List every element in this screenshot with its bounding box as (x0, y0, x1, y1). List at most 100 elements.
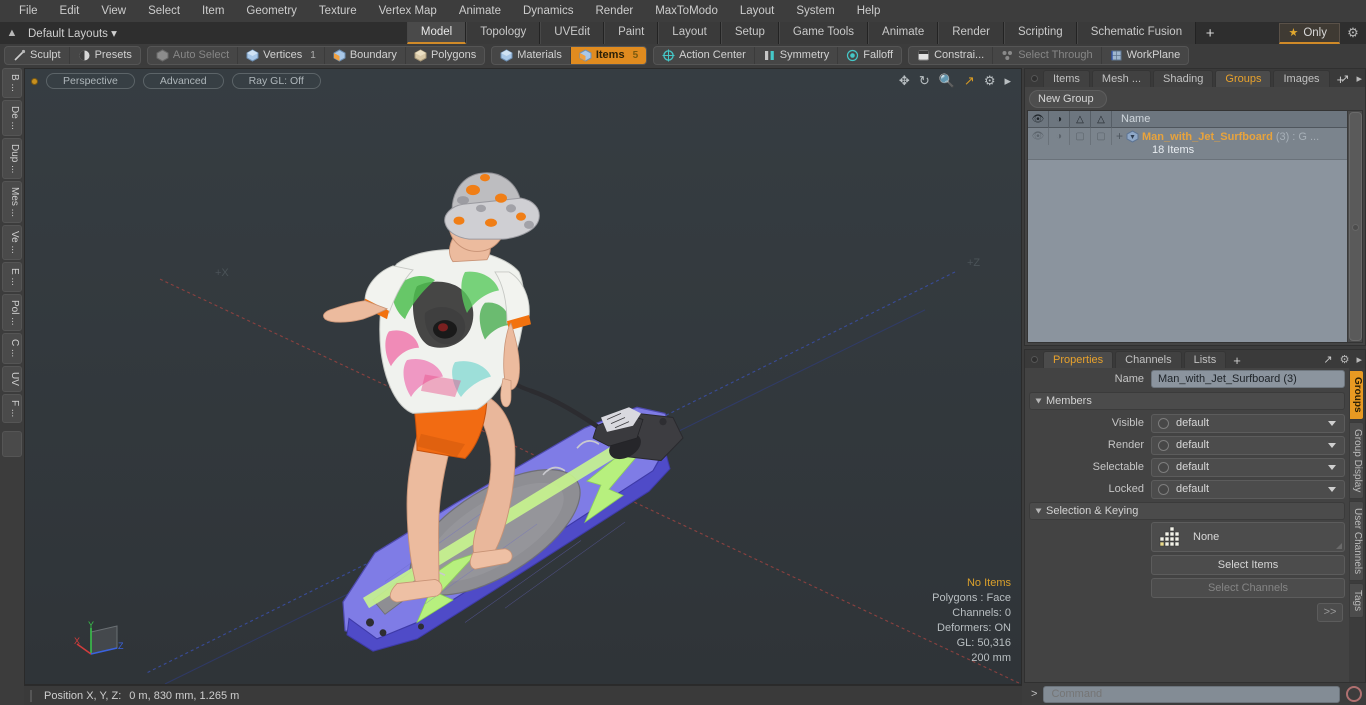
side-tab-group-display[interactable]: Group Display (1349, 421, 1364, 499)
menu-item-file[interactable]: File (8, 0, 49, 22)
panel-menu-dot[interactable] (1031, 356, 1038, 363)
select-icon[interactable]: △ (1091, 110, 1112, 128)
menu-item-edit[interactable]: Edit (49, 0, 91, 22)
row-shadow-toggle[interactable]: ◑ (1049, 128, 1070, 145)
axis-gizmo[interactable]: Y X Z (73, 618, 125, 664)
tab-groups[interactable]: Groups (1215, 70, 1272, 87)
toolbar-button-materials[interactable]: Materials (492, 46, 571, 64)
keying-selector[interactable]: None (1151, 522, 1345, 552)
section-selection-keying[interactable]: Selection & Keying (1029, 502, 1345, 520)
layout-tab-setup[interactable]: Setup (720, 22, 779, 44)
more-button[interactable]: >> (1317, 603, 1343, 622)
man-with-jet-surfboard-model[interactable] (25, 69, 1021, 684)
layout-tab-render[interactable]: Render (938, 22, 1004, 44)
menu-item-vertex-map[interactable]: Vertex Map (368, 0, 448, 22)
maximize-icon[interactable]: ↗ (1340, 72, 1349, 85)
home-icon[interactable]: ▲ (0, 27, 24, 39)
viewport-active-dot[interactable] (31, 77, 38, 85)
menu-item-view[interactable]: View (90, 0, 137, 22)
viewport-projection-selector[interactable]: Perspective (46, 73, 135, 89)
row-eye-toggle[interactable]: 👁 (1028, 128, 1049, 145)
toolbar-button-polygons[interactable]: Polygons (406, 47, 484, 64)
left-strip-tab-5[interactable]: E ... (2, 261, 22, 292)
layout-tab-uvedit[interactable]: UVEdit (540, 22, 605, 44)
eye-icon[interactable]: 👁 (1028, 110, 1049, 128)
side-tab-groups[interactable]: Groups (1349, 370, 1364, 420)
side-tab-tags[interactable]: Tags (1349, 583, 1364, 619)
layout-tab-animate[interactable]: Animate (868, 22, 939, 44)
name-field[interactable]: Man_with_Jet_Surfboard (3) (1151, 370, 1345, 388)
pan-icon[interactable]: ✥ (899, 73, 910, 89)
toolbar-button-workplane[interactable]: WorkPlane (1102, 47, 1189, 64)
menu-item-animate[interactable]: Animate (448, 0, 512, 22)
expand-icon[interactable]: + (1116, 130, 1123, 142)
gear-icon[interactable]: ⚙ (1340, 353, 1350, 366)
command-input[interactable] (1043, 685, 1340, 703)
layout-tab-game-tools[interactable]: Game Tools (778, 22, 869, 44)
tab-channels[interactable]: Channels (1115, 351, 1182, 368)
toolbar-button-sculpt[interactable]: Sculpt (5, 46, 70, 64)
tab-images[interactable]: Images (1273, 70, 1330, 87)
menu-item-render[interactable]: Render (584, 0, 644, 22)
only-toggle[interactable]: ★ Only (1279, 22, 1340, 44)
layout-tab-scripting[interactable]: Scripting (1003, 22, 1077, 44)
left-strip-tab-0[interactable]: B ... (2, 68, 22, 98)
left-strip-tab-4[interactable]: Ve ... (2, 225, 22, 260)
maximize-icon[interactable]: ↗ (1323, 353, 1332, 366)
toolbar-button-symmetry[interactable]: Symmetry (755, 46, 839, 64)
section-members[interactable]: Members (1029, 392, 1345, 410)
menu-item-layout[interactable]: Layout (729, 0, 786, 22)
default-layouts-dropdown[interactable]: Default Layouts ▾ (24, 26, 127, 40)
toolbar-button-vertices[interactable]: Vertices 1 (238, 46, 325, 64)
menu-item-select[interactable]: Select (137, 0, 191, 22)
layout-tab-paint[interactable]: Paint (604, 22, 659, 44)
menu-item-dynamics[interactable]: Dynamics (512, 0, 584, 22)
panel-menu-dot[interactable] (1031, 75, 1038, 82)
menu-item-geometry[interactable]: Geometry (235, 0, 308, 22)
groups-list-scrollbar[interactable] (1347, 111, 1362, 342)
left-strip-tab-3[interactable]: Mes ... (2, 181, 22, 224)
toolbar-button-items[interactable]: Items 5 (570, 46, 647, 64)
toolbar-button-presets[interactable]: Presets (70, 47, 140, 64)
viewport-raygl-selector[interactable]: Ray GL: Off (231, 73, 321, 89)
toolbar-button-constrai[interactable]: Constrai... (909, 46, 994, 64)
radio-icon[interactable] (1158, 461, 1169, 473)
side-tab-user-channels[interactable]: User Channels (1349, 500, 1364, 582)
toolbar-button-boundary[interactable]: Boundary (325, 46, 406, 64)
chevron-right-icon[interactable]: ▸ (1356, 353, 1362, 366)
zoom-icon[interactable]: 🔍 (939, 73, 955, 89)
scrollbar-thumb[interactable] (1348, 112, 1362, 341)
tab-items[interactable]: Items (1043, 70, 1090, 87)
menu-item-item[interactable]: Item (191, 0, 235, 22)
locked-dropdown[interactable]: default (1151, 479, 1345, 499)
record-icon[interactable] (1346, 686, 1362, 702)
add-tab-button[interactable]: + (1228, 353, 1246, 368)
render-dropdown[interactable]: default (1151, 435, 1345, 455)
selectable-dropdown[interactable]: default (1151, 457, 1345, 477)
rotate-icon[interactable]: ↻ (919, 73, 930, 89)
new-group-button[interactable]: New Group (1029, 90, 1107, 108)
left-strip-tab-8[interactable]: UV (2, 365, 22, 392)
left-strip-tab-2[interactable]: Dup ... (2, 137, 22, 180)
layout-tab-layout[interactable]: Layout (658, 22, 721, 44)
tab-properties[interactable]: Properties (1043, 351, 1114, 368)
tab-lists[interactable]: Lists (1183, 351, 1227, 368)
radio-icon[interactable] (1158, 439, 1169, 451)
menu-item-system[interactable]: System (785, 0, 845, 22)
row-render-toggle[interactable]: ▢ (1070, 128, 1091, 145)
viewport-shading-selector[interactable]: Advanced (142, 73, 224, 89)
layout-tab-model[interactable]: Model (406, 22, 467, 44)
add-layout-tab-button[interactable]: + (1196, 22, 1225, 44)
row-select-toggle[interactable]: ▢ (1091, 128, 1112, 145)
chevron-right-icon[interactable]: ▸ (1004, 73, 1011, 89)
toolbar-button-action-center[interactable]: Action Center (654, 46, 755, 64)
left-strip-tab-1[interactable]: De ... (2, 99, 22, 136)
menu-item-texture[interactable]: Texture (308, 0, 368, 22)
layout-tab-schematic-fusion[interactable]: Schematic Fusion (1076, 22, 1197, 44)
left-strip-extra[interactable] (2, 430, 22, 457)
tab-mesh[interactable]: Mesh ... (1091, 70, 1152, 87)
layout-tab-topology[interactable]: Topology (466, 22, 541, 44)
visible-dropdown[interactable]: default (1151, 413, 1345, 433)
toolbar-button-falloff[interactable]: Falloff (838, 47, 901, 64)
radio-icon[interactable] (1158, 483, 1169, 495)
